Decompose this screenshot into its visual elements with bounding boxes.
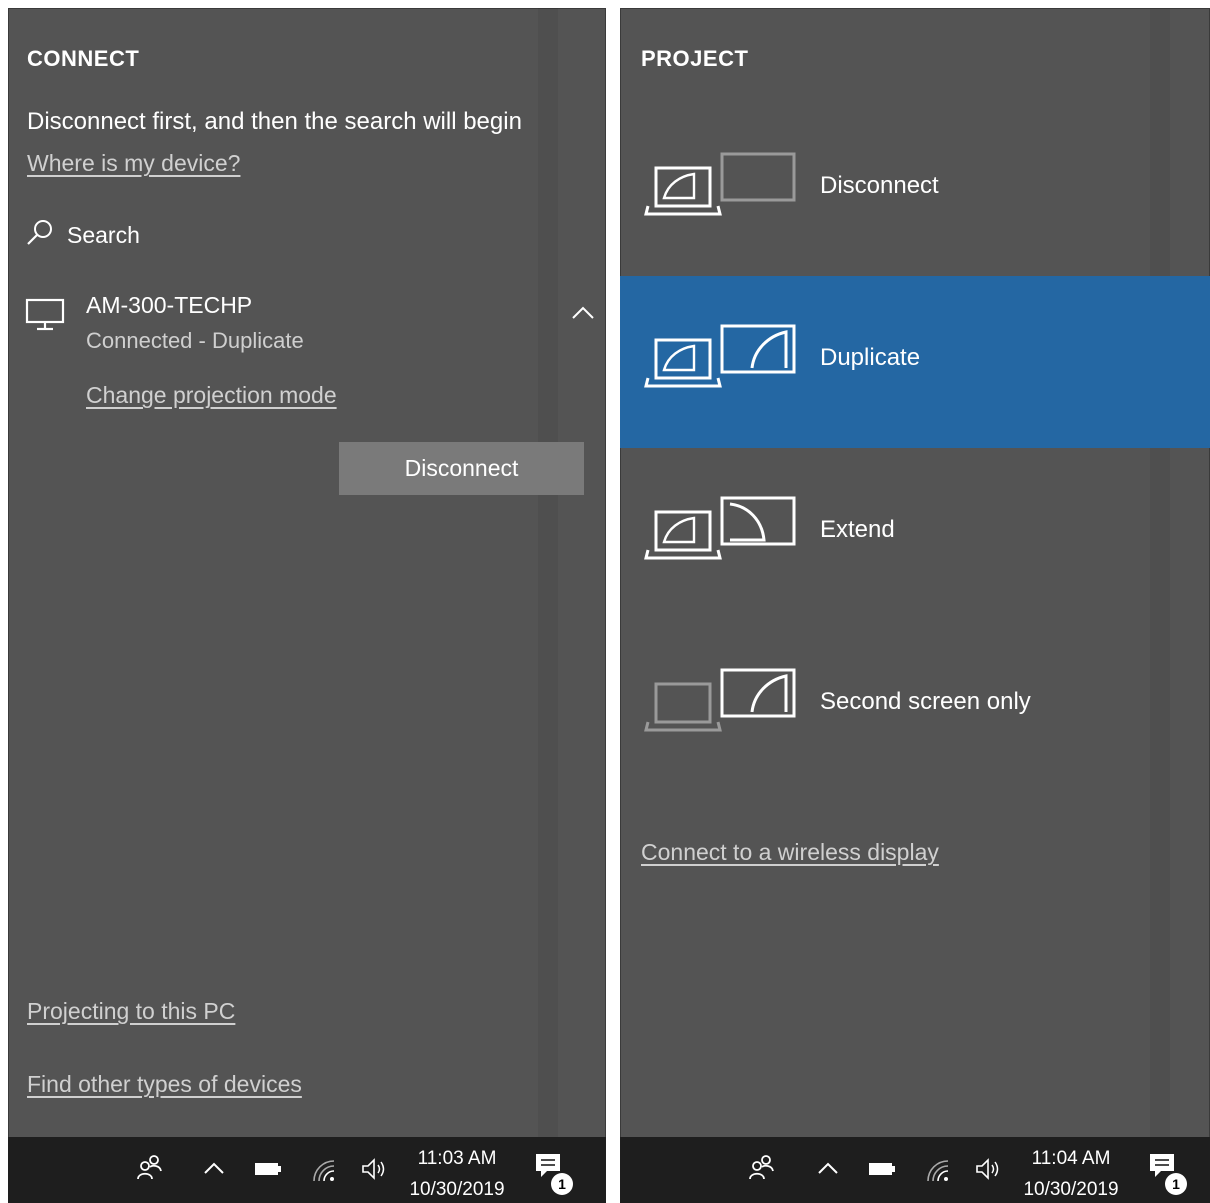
connect-wireless-display-link[interactable]: Connect to a wireless display: [641, 839, 939, 866]
display-icon: [720, 496, 796, 546]
device-name: AM-300-TECHP: [86, 292, 253, 318]
clock-time: 11:03 AM: [417, 1148, 497, 1169]
display-icon: [720, 152, 796, 202]
clock[interactable]: 11:04 AM 10/30/2019: [1016, 1143, 1126, 1203]
people-icon[interactable]: [747, 1153, 775, 1186]
battery-icon[interactable]: [868, 1161, 896, 1182]
mode-duplicate-icon: [644, 320, 804, 395]
laptop-icon: [644, 682, 722, 732]
mode-label: Disconnect: [820, 172, 939, 199]
taskbar: 11:03 AM 10/30/2019 1: [8, 1137, 606, 1203]
where-is-my-device-link[interactable]: Where is my device?: [27, 150, 240, 177]
clock-date: 10/30/2019: [1023, 1179, 1119, 1200]
search-label: Search: [67, 222, 140, 248]
mode-second-screen-icon: [644, 664, 804, 739]
search-status-text: Disconnect first, and then the search wi…: [27, 108, 522, 135]
disconnect-button[interactable]: Disconnect: [339, 442, 584, 495]
notification-badge: 1: [551, 1173, 573, 1195]
mode-extend[interactable]: Extend: [620, 448, 1210, 620]
mode-disconnect-icon: [644, 148, 804, 223]
volume-icon[interactable]: [360, 1157, 388, 1186]
clock-date: 10/30/2019: [409, 1179, 505, 1200]
battery-icon[interactable]: [254, 1161, 282, 1182]
device-item[interactable]: AM-300-TECHP Connected - Duplicate: [25, 292, 595, 362]
projecting-to-this-pc-link[interactable]: Projecting to this PC: [27, 998, 235, 1025]
people-icon[interactable]: [135, 1153, 163, 1186]
volume-icon[interactable]: [974, 1157, 1002, 1186]
chevron-up-icon[interactable]: [571, 304, 595, 325]
taskbar: 11:04 AM 10/30/2019 1: [620, 1137, 1210, 1203]
laptop-icon: [644, 510, 722, 560]
laptop-icon: [644, 166, 722, 216]
monitor-icon: [25, 298, 65, 337]
mode-disconnect[interactable]: Disconnect: [620, 104, 1210, 276]
wifi-icon[interactable]: [924, 1157, 950, 1188]
mode-label: Second screen only: [820, 688, 1031, 715]
find-other-devices-link[interactable]: Find other types of devices: [27, 1071, 302, 1098]
project-panel: PROJECT Disconnect Duplicate Extend Seco…: [620, 8, 1210, 1203]
project-heading: PROJECT: [641, 46, 749, 71]
mode-duplicate[interactable]: Duplicate: [620, 276, 1210, 448]
mode-label: Duplicate: [820, 344, 921, 371]
laptop-icon: [644, 338, 722, 388]
tray-up-icon[interactable]: [817, 1161, 839, 1180]
clock[interactable]: 11:03 AM 10/30/2019: [402, 1143, 512, 1203]
change-projection-mode-link[interactable]: Change projection mode: [86, 382, 337, 409]
wifi-icon[interactable]: [310, 1157, 336, 1188]
device-status: Connected - Duplicate: [86, 328, 304, 353]
panel-shadow: [538, 8, 558, 1203]
connect-panel: CONNECT Disconnect first, and then the s…: [8, 8, 606, 1203]
connect-heading: CONNECT: [27, 46, 140, 71]
mode-second-screen-only[interactable]: Second screen only: [620, 620, 1210, 792]
display-icon: [720, 668, 796, 718]
clock-time: 11:04 AM: [1031, 1148, 1111, 1169]
search-icon: [25, 218, 55, 253]
search-button[interactable]: Search: [25, 218, 140, 253]
notification-badge: 1: [1165, 1173, 1187, 1195]
display-icon: [720, 324, 796, 374]
mode-extend-icon: [644, 492, 804, 567]
mode-label: Extend: [820, 516, 895, 543]
tray-up-icon[interactable]: [203, 1161, 225, 1180]
